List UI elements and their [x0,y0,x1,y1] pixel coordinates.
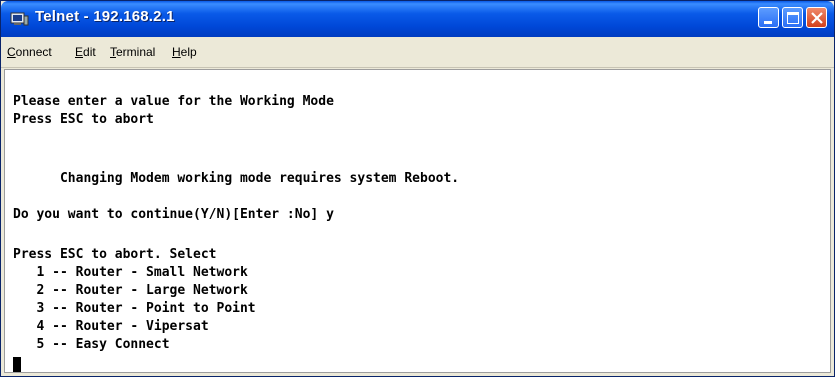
menu-terminal[interactable]: Terminal [110,45,155,59]
menu-bar: Connect Edit Terminal Help [1,37,834,68]
terminal-line: Changing Modem working mode requires sys… [13,171,460,186]
telnet-window: Telnet - 192.168.2.1 Connect Edit Termin… [0,0,835,377]
terminal-line: 2 -- Router - Large Network [13,283,248,298]
maximize-button[interactable] [782,7,803,28]
terminal-line: Press ESC to abort [13,112,154,127]
minimize-icon [764,21,772,24]
terminal-screen[interactable]: Please enter a value for the Working Mod… [4,69,831,373]
menu-connect[interactable]: Connect [7,45,52,59]
terminal-line: 5 -- Easy Connect [13,337,170,352]
terminal-line: 1 -- Router - Small Network [13,265,248,280]
menu-edit[interactable]: Edit [75,45,96,59]
close-icon [811,12,823,24]
text-cursor [13,357,21,372]
terminal-line: Press ESC to abort. Select [13,247,217,262]
terminal-line: 4 -- Router - Vipersat [13,319,209,334]
minimize-button[interactable] [758,7,779,28]
telnet-app-icon [10,12,29,26]
menu-help[interactable]: Help [172,45,197,59]
terminal-line: 3 -- Router - Point to Point [13,301,256,316]
window-title: Telnet - 192.168.2.1 [35,8,175,25]
maximize-icon [787,12,799,24]
title-bar[interactable]: Telnet - 192.168.2.1 [1,1,834,37]
terminal-line: Please enter a value for the Working Mod… [13,94,334,109]
close-button[interactable] [806,7,827,28]
terminal-line: Do you want to continue(Y/N)[Enter :No] … [13,207,334,222]
